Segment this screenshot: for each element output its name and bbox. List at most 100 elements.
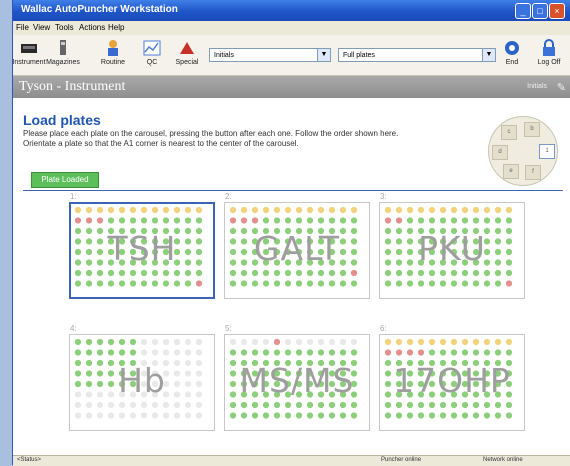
plate-well (129, 217, 137, 224)
plate-well (406, 217, 414, 224)
qc-button[interactable]: QC (137, 39, 167, 66)
menu-view[interactable]: View (33, 23, 50, 32)
plate-well (173, 206, 181, 214)
plate-well (472, 401, 480, 409)
plate-well (317, 217, 325, 224)
plate-well (74, 412, 82, 419)
plate-well (240, 280, 248, 287)
special-icon (176, 39, 198, 57)
plate-well (328, 401, 336, 409)
plate-well (74, 280, 82, 287)
plate-well (151, 269, 159, 277)
plate-well (74, 349, 82, 356)
plate-mode-combo[interactable]: Full plates ▼ (338, 48, 496, 62)
plate-well (195, 412, 203, 419)
plate-well (450, 217, 458, 224)
plate-well (273, 401, 281, 409)
logoff-button[interactable]: Log Off (534, 39, 564, 66)
plate-well (184, 349, 192, 356)
carousel-slot: b (524, 122, 540, 137)
minimize-button[interactable]: _ (515, 3, 531, 19)
plate-well (195, 206, 203, 214)
plate-well (74, 217, 82, 224)
special-button[interactable]: Special (170, 39, 204, 66)
plate-well (483, 206, 491, 214)
plate-well (406, 206, 414, 214)
page-title: Load plates (23, 112, 101, 128)
plate-well (184, 280, 192, 287)
plate-well (494, 217, 502, 224)
plate-loaded-button[interactable]: Plate Loaded (31, 172, 99, 188)
plate-well (273, 412, 281, 419)
plate-well (428, 217, 436, 224)
menu-help[interactable]: Help (108, 23, 124, 32)
plate-well (262, 401, 270, 409)
section-title: Tyson - Instrument (19, 79, 126, 94)
plate-well (74, 206, 82, 214)
magazines-button[interactable]: Magazines (43, 39, 83, 66)
plate-well (295, 401, 303, 409)
plate-label: GALT (253, 229, 341, 268)
plate-well (328, 280, 336, 287)
plate-well (439, 401, 447, 409)
chevron-down-icon[interactable]: ▼ (482, 49, 495, 61)
plate-well (350, 280, 358, 287)
plate-well (173, 280, 181, 287)
plate-well (350, 217, 358, 224)
close-button[interactable]: × (549, 3, 565, 19)
plate-2: 2: GALT (224, 192, 370, 299)
plate-well (195, 269, 203, 277)
initials-combo[interactable]: Initials ▼ (209, 48, 331, 62)
app-window: Wallac AutoPuncher Workstation _ □ × Fil… (12, 0, 570, 466)
plate-well (96, 217, 104, 224)
plate-well (118, 217, 126, 224)
plate-well (229, 401, 237, 409)
plate-well (306, 206, 314, 214)
plate-well (251, 338, 259, 346)
plate-well (162, 401, 170, 409)
plate-well (295, 280, 303, 287)
end-button[interactable]: End (499, 39, 525, 66)
section-header: Tyson - Instrument Initials ✎ (13, 76, 570, 98)
plate-well (129, 338, 137, 346)
instrument-icon (18, 39, 40, 57)
plate-well (339, 401, 347, 409)
plate-well (140, 280, 148, 287)
plate-3: 3: PKU (379, 192, 525, 299)
plate-well (450, 206, 458, 214)
plate-well (140, 401, 148, 409)
menu-file[interactable]: File (16, 23, 29, 32)
plate-well (328, 269, 336, 277)
plate-well (339, 269, 347, 277)
plate-well (472, 217, 480, 224)
pen-icon: ✎ (556, 82, 566, 94)
plate-well (450, 349, 458, 356)
plate-well (439, 338, 447, 346)
plate-well (395, 206, 403, 214)
plate-well (494, 269, 502, 277)
plate-label: Hb (118, 361, 166, 400)
menu-actions[interactable]: Actions (79, 23, 105, 32)
plate-well (505, 338, 513, 346)
plate-well (428, 206, 436, 214)
plate-well (339, 280, 347, 287)
plate-well (195, 401, 203, 409)
plate-well (483, 349, 491, 356)
plate-well (273, 338, 281, 346)
plate-well (384, 412, 392, 419)
plate-well (284, 280, 292, 287)
plate-well (384, 280, 392, 287)
plate-well (284, 349, 292, 356)
plate-well (96, 412, 104, 419)
chevron-down-icon[interactable]: ▼ (317, 49, 330, 61)
plate-well (505, 217, 513, 224)
routine-button[interactable]: Routine (95, 39, 131, 66)
routine-icon (102, 39, 124, 57)
plate-well (384, 217, 392, 224)
carousel-slot: f (525, 165, 541, 180)
plate-label: MS/MS (239, 361, 355, 400)
plate-well (428, 401, 436, 409)
maximize-button[interactable]: □ (532, 3, 548, 19)
plate-well (295, 206, 303, 214)
menu-tools[interactable]: Tools (55, 23, 74, 32)
